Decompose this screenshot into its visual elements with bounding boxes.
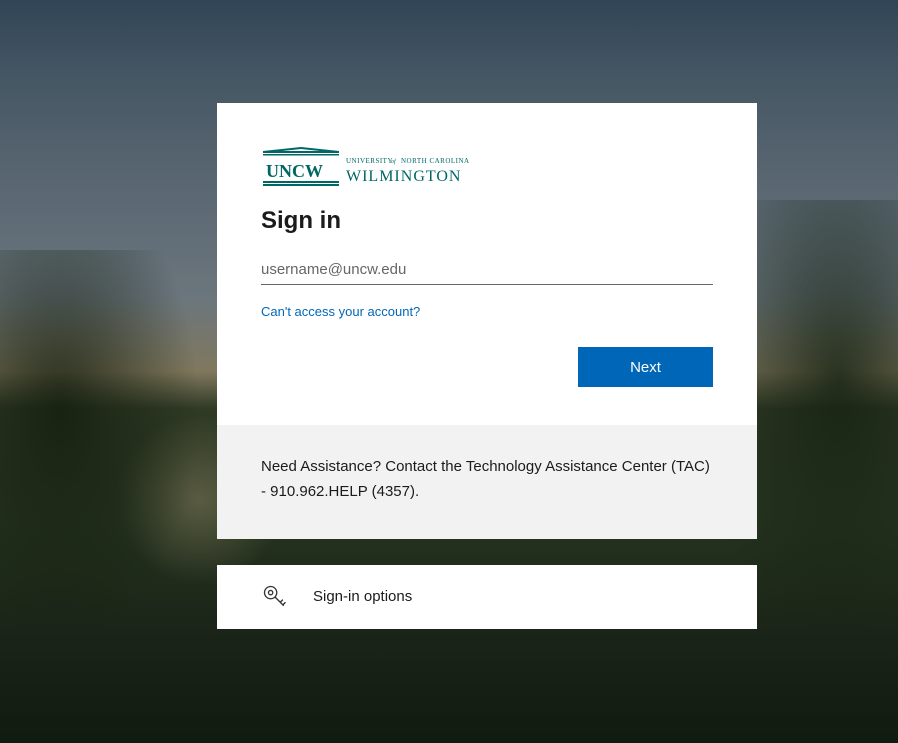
button-row: Next [261, 347, 713, 387]
key-icon [261, 583, 289, 611]
sign-in-title: Sign in [261, 207, 713, 235]
cant-access-link[interactable]: Can't access your account? [261, 304, 420, 319]
signin-options-label: Sign-in options [313, 588, 412, 605]
assistance-text: Need Assistance? Contact the Technology … [261, 455, 713, 505]
svg-text:UNCW: UNCW [266, 161, 323, 181]
svg-text:NORTH CAROLINA: NORTH CAROLINA [401, 157, 470, 165]
svg-text:UNIVERSITY: UNIVERSITY [346, 157, 393, 165]
svg-text:of: of [391, 158, 397, 165]
login-container: UNCW UNIVERSITY of NORTH CAROLINA WILMIN… [217, 103, 757, 629]
signin-options-button[interactable]: Sign-in options [217, 565, 757, 629]
assistance-panel: Need Assistance? Contact the Technology … [217, 425, 757, 539]
uncw-logo: UNCW UNIVERSITY of NORTH CAROLINA WILMIN… [261, 147, 713, 189]
login-card: UNCW UNIVERSITY of NORTH CAROLINA WILMIN… [217, 103, 757, 425]
next-button[interactable]: Next [578, 347, 713, 387]
svg-text:WILMINGTON: WILMINGTON [346, 168, 461, 185]
uncw-logo-svg: UNCW UNIVERSITY of NORTH CAROLINA WILMIN… [261, 147, 479, 189]
username-input[interactable] [261, 255, 713, 285]
